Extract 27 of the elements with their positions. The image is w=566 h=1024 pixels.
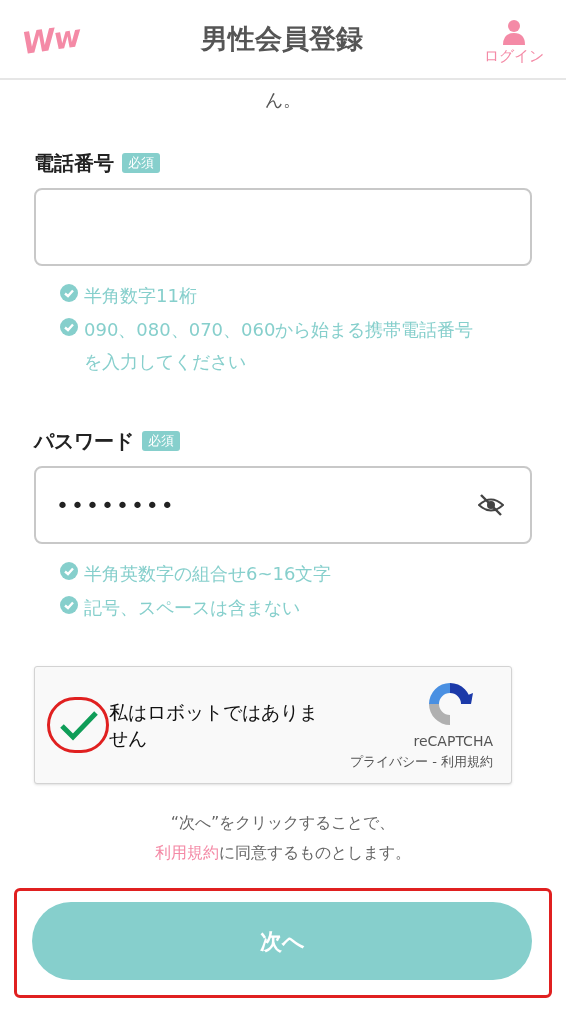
- captcha-label: 私はロボットではありません: [109, 700, 319, 751]
- check-circle-icon: [60, 596, 78, 614]
- required-badge: 必須: [122, 153, 160, 173]
- recaptcha-links[interactable]: プライバシー - 利用規約: [350, 751, 493, 772]
- check-circle-icon: [60, 318, 78, 336]
- hint-text: 半角数字11桁: [84, 284, 197, 308]
- input-field[interactable]: [34, 188, 532, 266]
- login-button[interactable]: ログイン: [484, 18, 544, 68]
- person-icon: [502, 18, 526, 45]
- check-circle-icon: [60, 562, 78, 580]
- hint-text: 090、080、070、060から始まる携帯電話番号を入力してください: [84, 318, 475, 374]
- required-badge: 必須: [142, 431, 180, 451]
- next-button[interactable]: 次へ: [32, 902, 532, 980]
- field-label: パスワード: [34, 428, 134, 455]
- consent-text: 利用規約に同意するものとします。: [155, 842, 411, 864]
- hint-text: 記号、スペースは含まない: [84, 596, 300, 620]
- recaptcha-brand: reCAPTCHA: [413, 731, 493, 751]
- body-text: ん。: [264, 88, 302, 112]
- eye-slash-icon[interactable]: [478, 494, 504, 516]
- logo[interactable]: Ww: [19, 12, 83, 66]
- page-title: 男性会員登録: [200, 21, 363, 56]
- input-field[interactable]: ••••••••: [34, 466, 532, 544]
- consent-text: “次へ”をクリックすることで、: [170, 812, 396, 834]
- checkmark-icon[interactable]: [59, 709, 99, 741]
- check-circle-icon: [60, 284, 78, 302]
- hint-text: 半角英数字の組合せ6~16文字: [84, 562, 332, 586]
- field-label: 電話番号: [34, 150, 114, 177]
